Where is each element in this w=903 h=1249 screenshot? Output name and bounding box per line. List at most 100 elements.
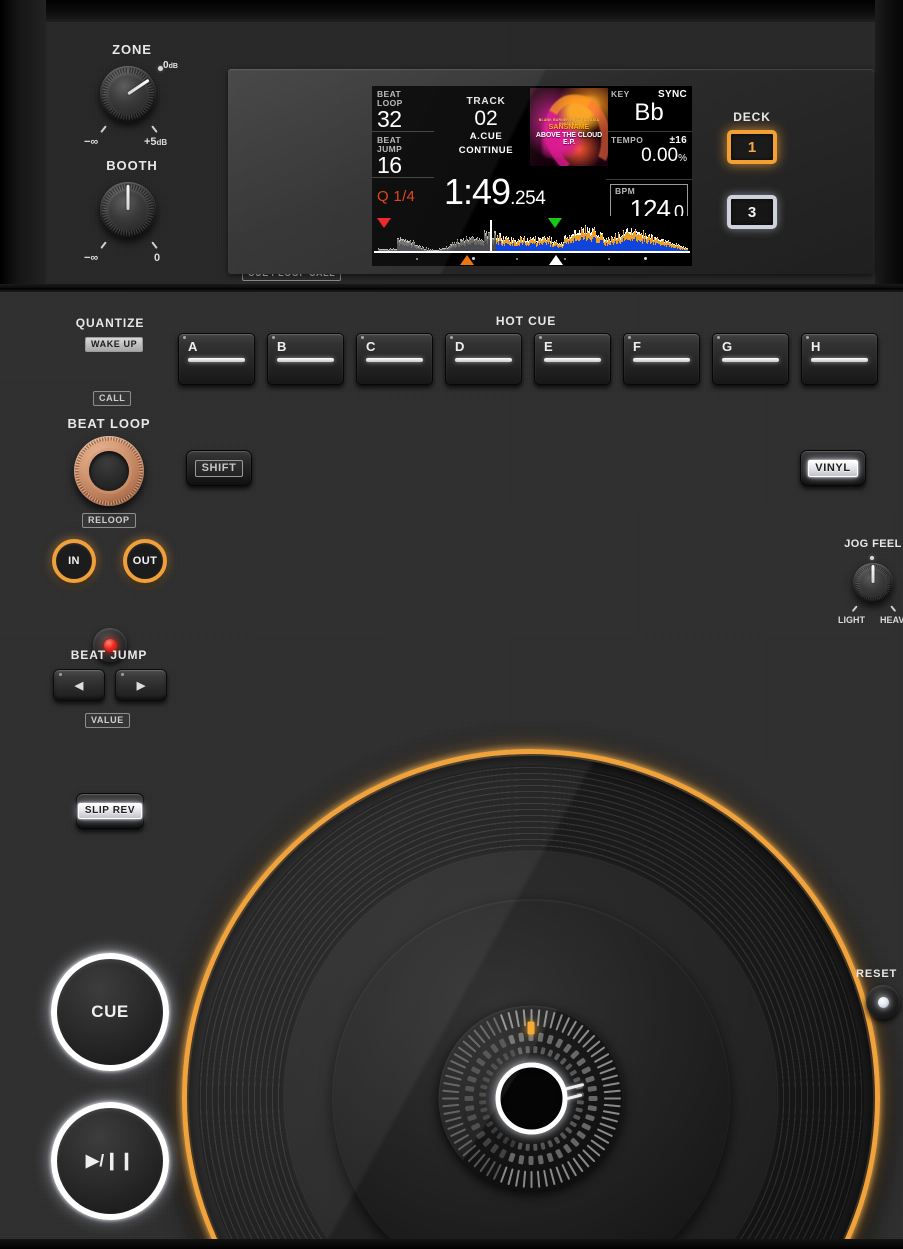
loop-out-button[interactable]: OUT: [123, 539, 167, 583]
tempo-unit: %: [678, 153, 687, 164]
jog-unit-lower-edge: [0, 1239, 903, 1249]
hot-cue-pad-h-indicator: [811, 358, 868, 362]
jog-feel-light-label: LIGHT: [838, 615, 865, 625]
hot-cue-pad-b-indicator: [277, 358, 334, 362]
deck-button-3[interactable]: 3: [727, 195, 777, 229]
pad-highlight: [806, 336, 809, 339]
hot-cue-pad-g-letter: G: [722, 339, 733, 354]
jog-tick: [522, 1170, 526, 1188]
jog-segment: [539, 1046, 546, 1055]
jog-position-marker: [527, 1021, 535, 1035]
quantize-label: QUANTIZE: [75, 316, 145, 330]
reset-button[interactable]: [866, 985, 900, 1019]
slip-rev-button[interactable]: SLIP REV: [76, 793, 144, 829]
progress-beat-tick: [564, 258, 566, 260]
jog-segment: [554, 1037, 564, 1048]
hot-cue-pad-h[interactable]: H: [801, 333, 878, 385]
deck-button-3-label: 3: [747, 203, 757, 221]
jog-wheel[interactable]: [119, 686, 903, 1249]
jog-segment: [509, 1048, 516, 1057]
beat-jump-label: BEAT JUMP: [70, 648, 148, 662]
jog-segment: [562, 1042, 573, 1053]
jog-tick: [446, 1066, 464, 1075]
jog-feel-heavy-label: HEAVY: [880, 615, 903, 625]
jog-segment: [508, 1033, 516, 1045]
jog-segment: [546, 1033, 554, 1045]
progress-beat-tick: [416, 258, 418, 260]
hot-cue-pad-e-letter: E: [544, 339, 553, 354]
jog-segment: [572, 1076, 581, 1083]
jog-tick: [530, 1170, 532, 1188]
time-display: 1:49.254: [444, 171, 546, 212]
beat-jump-right-icon: ▶: [136, 679, 146, 692]
jog-segment: [479, 1083, 488, 1090]
hot-cue-pad-d[interactable]: D: [445, 333, 522, 385]
loop-in-button[interactable]: IN: [52, 539, 96, 583]
jog-tick: [446, 1121, 464, 1130]
track-progress-bar[interactable]: [376, 253, 688, 266]
zone-knob[interactable]: [100, 66, 156, 122]
hot-cue-pad-d-indicator: [455, 358, 512, 362]
display-key-cell: KEY SYNC Bb: [606, 86, 692, 132]
jog-segment: [572, 1113, 581, 1120]
time-milliseconds: .254: [510, 188, 546, 209]
hot-cue-pad-c[interactable]: C: [356, 333, 433, 385]
hot-cue-pad-e[interactable]: E: [534, 333, 611, 385]
hot-cue-pad-f[interactable]: F: [623, 333, 700, 385]
jog-tick: [603, 1103, 621, 1107]
jog-segment: [516, 1141, 523, 1150]
right-chassis-edge: [875, 0, 903, 291]
jog-segment: [569, 1136, 580, 1147]
shift-button[interactable]: SHIFT: [186, 450, 252, 486]
booth-label: BOOTH: [106, 158, 158, 173]
hot-cue-pad-b[interactable]: B: [267, 333, 344, 385]
jog-tick: [548, 1167, 556, 1185]
beat-jump-right-button[interactable]: ▶: [115, 669, 167, 701]
jog-segment: [470, 1121, 481, 1131]
beat-jump-value: 16: [377, 152, 402, 178]
jog-feel-label: JOG FEEL: [844, 538, 902, 550]
hot-cue-pad-a-letter: A: [188, 339, 198, 354]
jog-tick: [499, 1013, 508, 1031]
play-pause-button[interactable]: ▶/❙❙: [51, 1102, 169, 1220]
cue-button-label: CUE: [91, 1002, 129, 1021]
beat-loop-knob[interactable]: [74, 436, 144, 506]
jog-wheel-center-display[interactable]: [438, 1005, 624, 1191]
jog-tick: [522, 1008, 526, 1026]
jog-segment: [518, 1154, 525, 1165]
loop-in-label: IN: [68, 555, 80, 567]
jog-tick: [548, 1011, 556, 1029]
hot-cue-pad-g[interactable]: G: [712, 333, 789, 385]
jog-segment: [464, 1104, 475, 1111]
wake-up-label: WAKE UP: [85, 337, 144, 352]
vinyl-button[interactable]: VINYL: [800, 450, 866, 486]
jog-tick: [554, 1013, 563, 1031]
jog-segment: [539, 1141, 546, 1150]
deck-button-1[interactable]: 1: [727, 130, 777, 164]
display-tempo-cell: TEMPO ±16 0.00%: [606, 132, 692, 180]
main-display-screen[interactable]: BEAT LOOP 32 BEAT JUMP 16 Q 1/4 TRACK 02…: [372, 86, 692, 266]
jog-segment: [489, 1042, 500, 1053]
time-elapsed: 1:49: [444, 171, 511, 212]
jog-segment: [532, 1045, 538, 1053]
waveform-display[interactable]: [372, 216, 692, 266]
zone-knob-pointer: [127, 78, 150, 96]
jog-segment: [464, 1095, 474, 1101]
jog-feel-knob[interactable]: [853, 563, 893, 603]
jog-segment: [584, 1113, 596, 1121]
cue-button[interactable]: CUE: [51, 953, 169, 1071]
jog-segment: [495, 1131, 503, 1140]
jog-segment: [568, 1120, 577, 1128]
booth-knob[interactable]: [100, 182, 156, 238]
zone-min-label: −∞: [84, 136, 99, 148]
jog-tick: [444, 1073, 462, 1081]
hot-cue-pad-h-letter: H: [811, 339, 821, 354]
hot-cue-pad-a[interactable]: A: [178, 333, 255, 385]
jog-segment: [576, 1129, 587, 1140]
pad-highlight: [450, 336, 453, 339]
beat-jump-left-button[interactable]: ◀: [53, 669, 105, 701]
jog-segment: [464, 1085, 475, 1092]
jog-segment: [564, 1062, 573, 1070]
jog-segment: [559, 1131, 567, 1140]
beat-jump-caption: BEAT JUMP: [377, 135, 403, 154]
